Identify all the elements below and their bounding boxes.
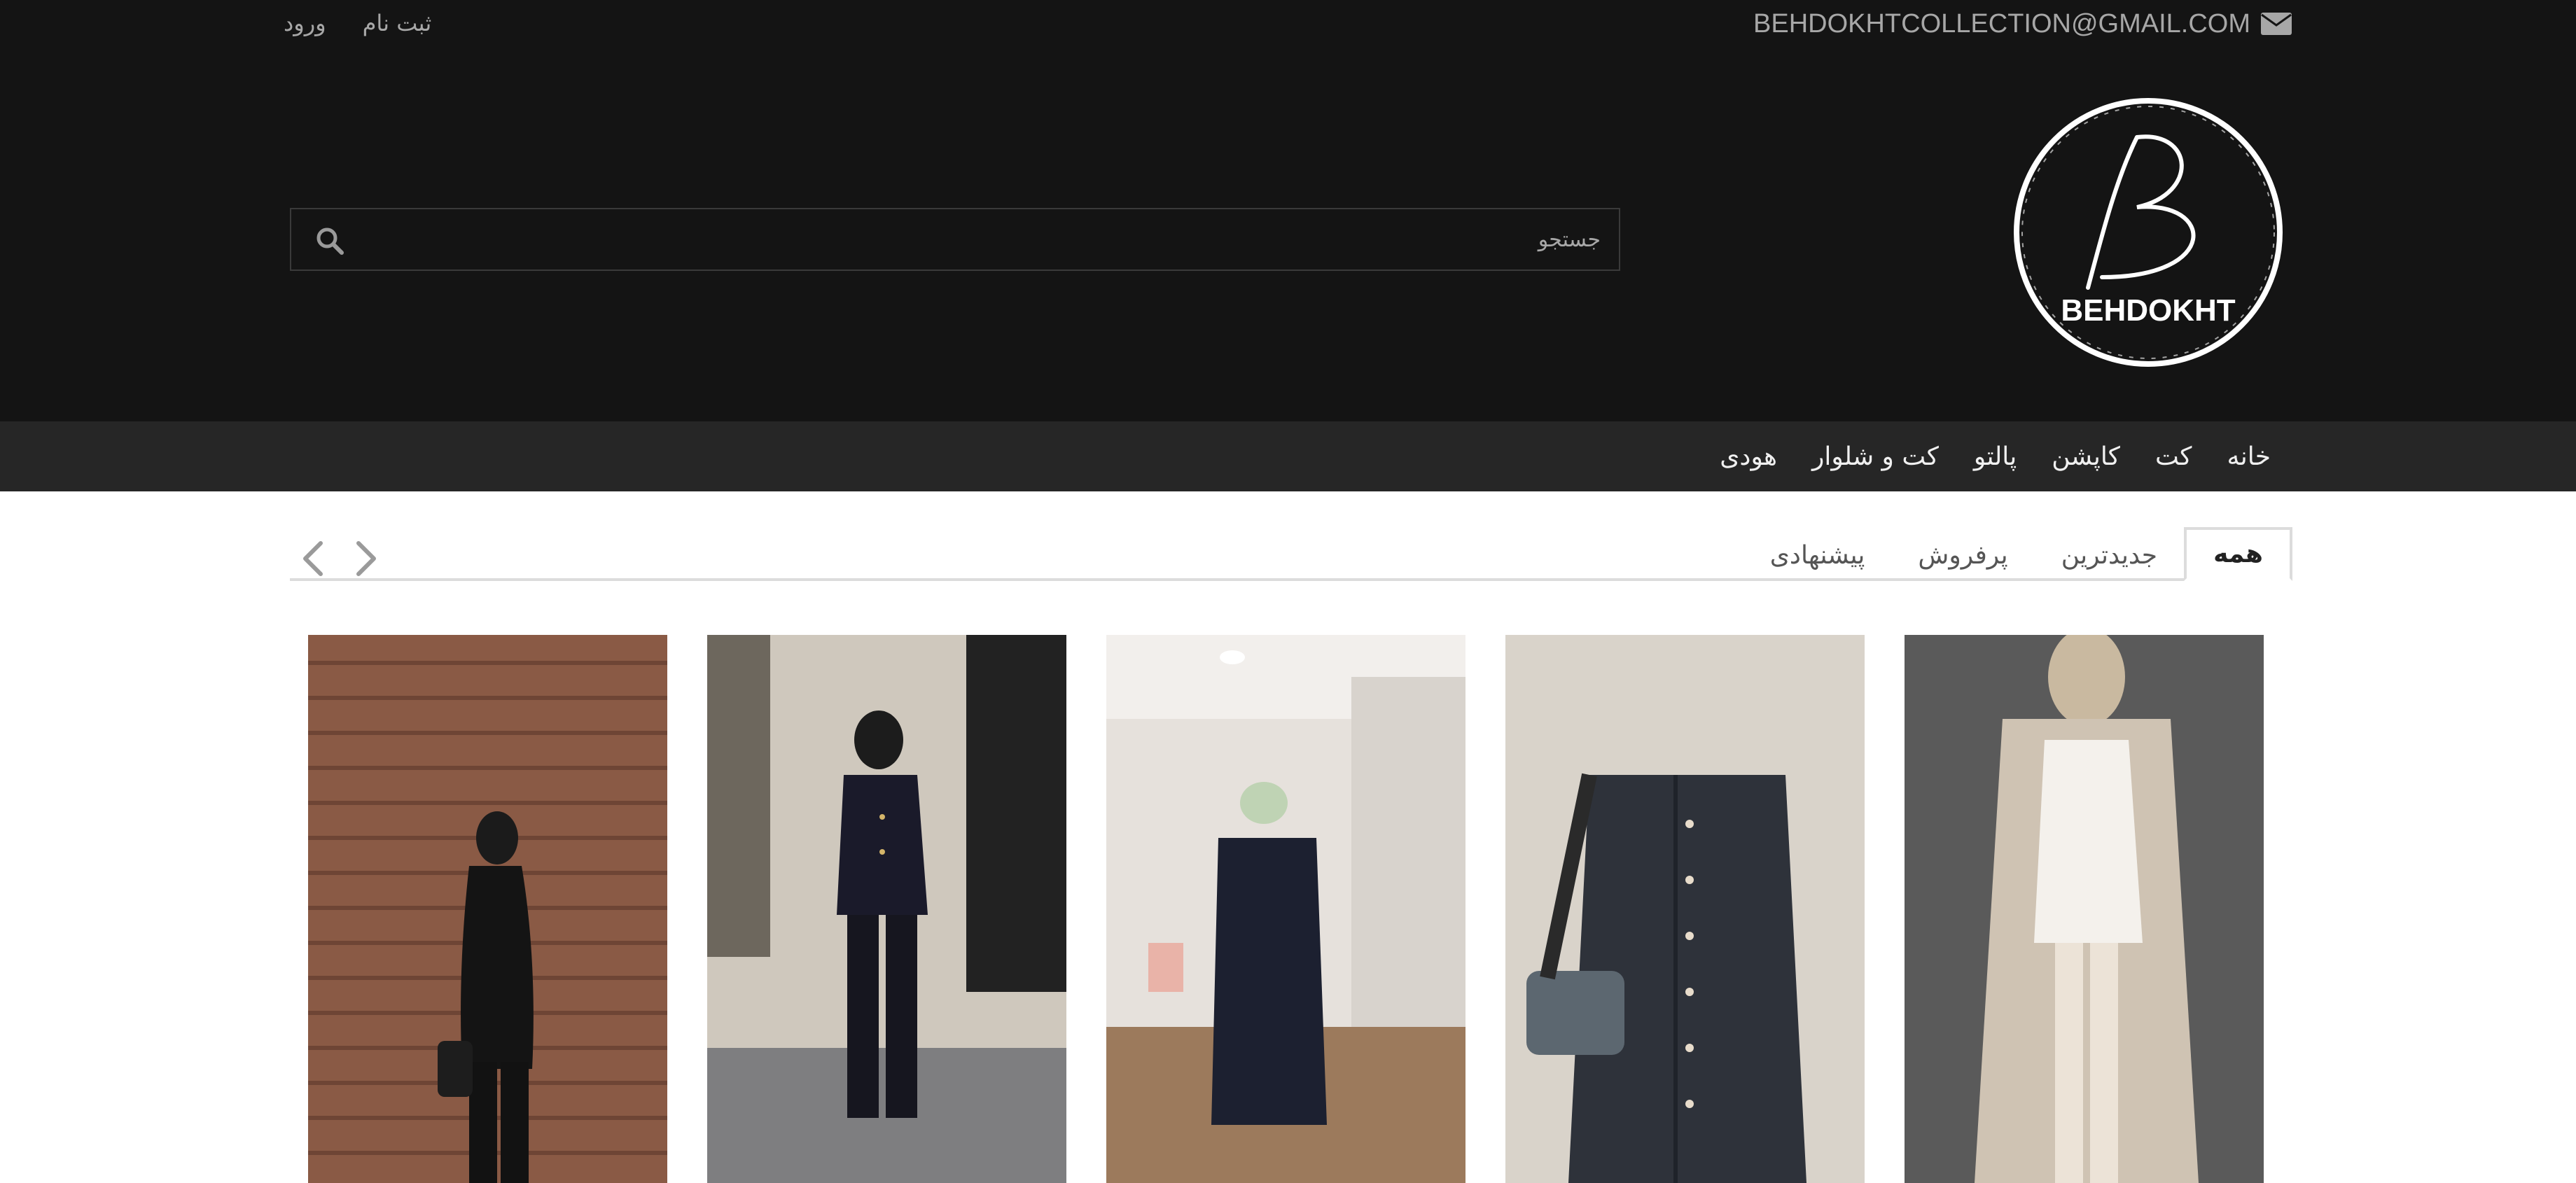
main-navbar: خانه کت کاپشن پالتو کت و شلوار هودی [0,421,2576,491]
product-photo-grey-set-with-bag [1505,635,1865,1183]
product-tabs: همه جدیدترین پرفروش پیشنهادی [1743,527,2292,581]
tab-bestselling[interactable]: پرفروش [1891,529,2034,581]
search-input[interactable] [354,216,1602,262]
nav-item-puffer[interactable]: کاپشن [2052,442,2120,471]
search-icon[interactable] [312,223,347,258]
nav-item-coat[interactable]: پالتو [1974,442,2017,471]
product-card[interactable] [1905,635,2264,1183]
product-photo-black-outfit-wood-wall [308,635,667,1183]
email-text[interactable]: BEHDOKHTCOLLECTION@GMAIL.COM [1753,9,2250,39]
nav-item-home[interactable]: خانه [2227,442,2271,471]
nav-item-hoodie[interactable]: هودی [1720,442,1777,471]
chevron-left-icon[interactable] [297,539,329,578]
product-photo-black-jacket-suit [707,635,1066,1183]
tab-newest[interactable]: جدیدترین [2035,529,2184,581]
product-card[interactable] [1505,635,1865,1183]
login-link[interactable]: ورود [284,10,326,36]
logo-mark: BEHDOKHT [2014,98,2283,367]
nav-item-suit[interactable]: کت و شلوار [1812,442,1939,471]
site-header: BEHDOKHTCOLLECTION@GMAIL.COM ورود ثبت نا… [0,0,2576,421]
product-photo-navy-long-hoodie [1106,635,1465,1183]
auth-links: ورود ثبت نام [284,10,431,36]
product-card[interactable] [308,635,667,1183]
chevron-right-icon[interactable] [350,539,382,578]
contact-email[interactable]: BEHDOKHTCOLLECTION@GMAIL.COM [1753,7,2292,41]
envelope-icon [2261,13,2292,35]
logo-text: BEHDOKHT [2061,293,2235,328]
register-link[interactable]: ثبت نام [363,10,432,36]
tab-all[interactable]: همه [2184,527,2292,581]
nav-item-jacket[interactable]: کت [2155,442,2192,471]
product-card[interactable] [1106,635,1465,1183]
product-card[interactable] [707,635,1066,1183]
carousel-controls [297,539,382,578]
brand-logo[interactable]: BEHDOKHT [2011,95,2285,370]
product-photo-beige-coat [1905,635,2264,1183]
tab-suggested[interactable]: پیشنهادی [1743,529,1892,581]
search-box [290,208,1620,271]
